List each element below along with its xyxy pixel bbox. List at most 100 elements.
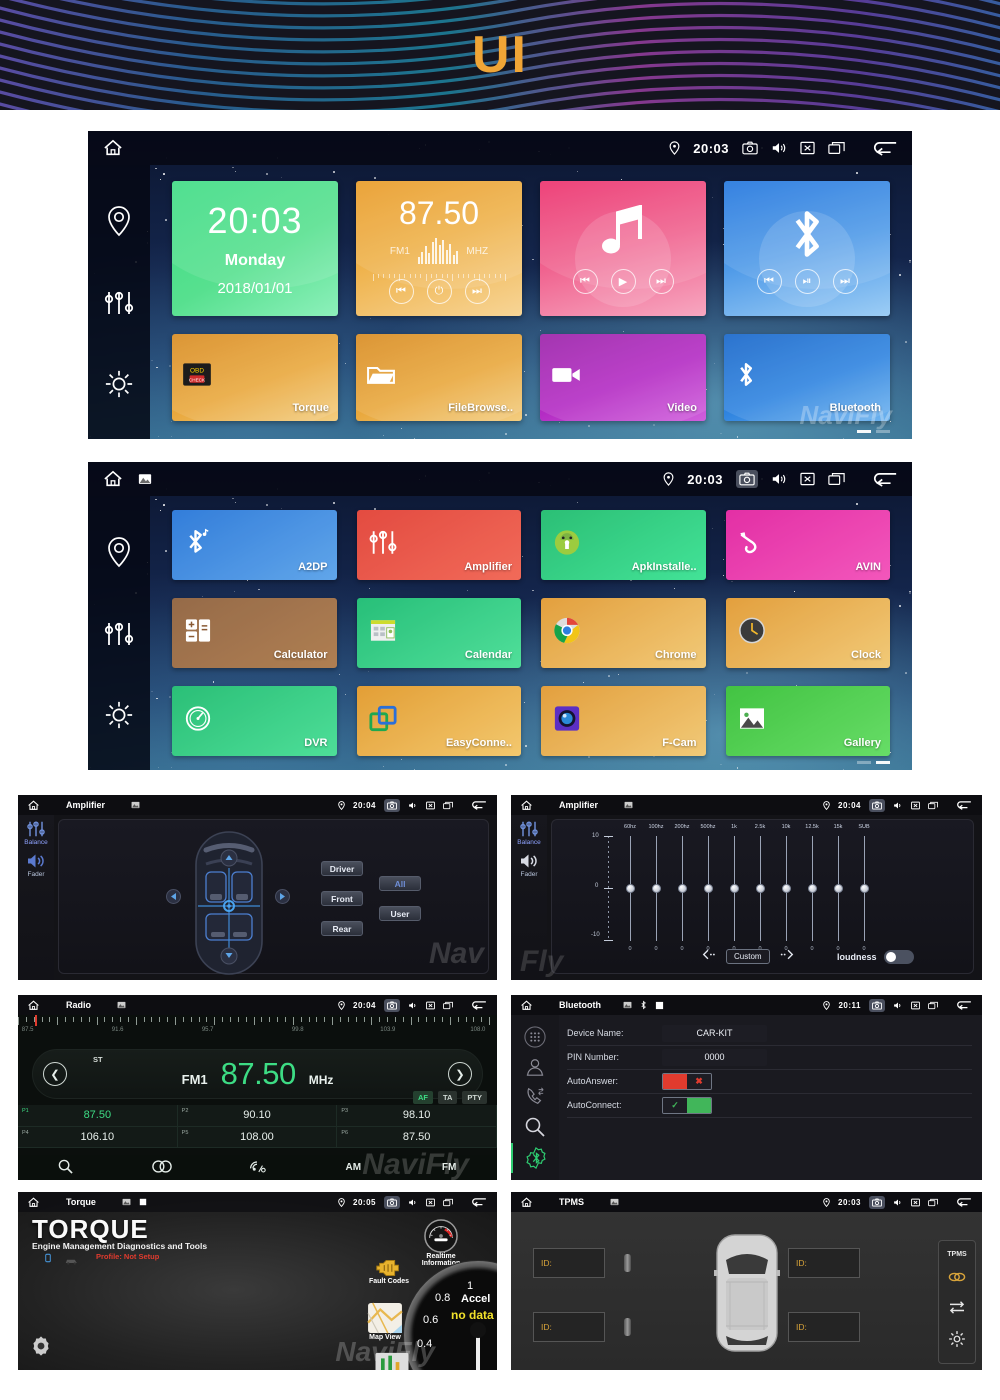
eq-prev-preset-button[interactable] (702, 947, 719, 965)
bt-prev-button[interactable]: ⏮ (756, 268, 782, 294)
rds-ta-button[interactable]: TA (437, 1091, 458, 1104)
bt-contacts-icon[interactable] (511, 1053, 559, 1081)
camera-icon[interactable] (736, 470, 758, 488)
radio-stereo-button[interactable] (151, 1159, 172, 1176)
volume-icon[interactable] (893, 1001, 903, 1010)
eq-next-preset-button[interactable] (777, 947, 794, 965)
app-chrome[interactable]: Chrome (541, 598, 706, 668)
close-icon[interactable] (800, 472, 815, 486)
music-play-button[interactable]: ▶ (610, 268, 636, 294)
rds-af-button[interactable]: AF (412, 1091, 433, 1104)
amp-tab-balance[interactable]: Balance (24, 820, 48, 846)
app-dvr[interactable]: DVR (172, 686, 337, 756)
music-prev-button[interactable]: ⏮ (572, 268, 598, 294)
preset-p2[interactable]: P2 90.10 (177, 1105, 338, 1127)
loudness-toggle[interactable] (883, 950, 914, 964)
eq-band-knob[interactable] (677, 884, 687, 893)
eq-band-knob[interactable] (833, 884, 843, 893)
preset-p6[interactable]: P6 87.50 (337, 1126, 497, 1148)
recents-icon[interactable] (828, 141, 845, 155)
autoanswer-toggle[interactable]: ✖ (662, 1072, 712, 1090)
bt-play-button[interactable]: ⏯ (794, 268, 820, 294)
home-icon[interactable] (102, 470, 124, 488)
page-indicator[interactable] (857, 761, 890, 764)
camera-icon[interactable] (384, 798, 400, 812)
home-icon[interactable] (102, 139, 124, 157)
radio-am-button[interactable]: AM (346, 1162, 362, 1173)
close-icon[interactable] (911, 1198, 920, 1207)
bt-settings-icon[interactable] (511, 1143, 559, 1174)
home-icon[interactable] (520, 799, 533, 811)
back-icon[interactable] (471, 800, 487, 810)
back-icon[interactable] (956, 1000, 972, 1010)
bt-dialpad-icon[interactable] (511, 1022, 559, 1052)
navigation-pin-icon[interactable] (106, 205, 132, 237)
bt-search-icon[interactable] (511, 1112, 559, 1142)
eq-band-knob[interactable] (755, 884, 765, 893)
home-icon[interactable] (27, 999, 40, 1011)
tpms-swap-icon[interactable] (948, 1300, 966, 1319)
camera-icon[interactable] (869, 798, 885, 812)
eq-band-knob[interactable] (651, 884, 661, 893)
music-next-button[interactable]: ⏭ (648, 268, 674, 294)
device-name-field[interactable]: CAR-KIT (662, 1024, 767, 1042)
camera-icon[interactable] (384, 998, 400, 1012)
shortcut-filebrowser[interactable]: FileBrowse.. (356, 333, 522, 421)
back-icon[interactable] (956, 1197, 972, 1207)
car-top-view[interactable] (184, 828, 274, 978)
camera-icon[interactable] (869, 998, 885, 1012)
settings-gear-icon[interactable] (104, 369, 134, 399)
close-icon[interactable] (911, 1001, 920, 1010)
shortcut-torque[interactable]: OBD CHECK Torque (172, 333, 338, 421)
back-icon[interactable] (872, 140, 898, 156)
volume-icon[interactable] (771, 472, 787, 486)
recents-icon[interactable] (443, 1001, 453, 1010)
tpms-settings-icon[interactable] (948, 1330, 966, 1353)
volume-icon[interactable] (893, 1198, 903, 1207)
mode-all-button[interactable]: All (379, 876, 421, 891)
torque-graph-icon[interactable] (374, 1352, 410, 1370)
close-icon[interactable] (911, 801, 920, 810)
home-icon[interactable] (520, 1196, 533, 1208)
amp-tab-fader[interactable]: Fader (26, 852, 46, 878)
camera-icon[interactable] (869, 1195, 885, 1209)
preset-p4[interactable]: P4 106.10 (18, 1126, 178, 1148)
clock-widget[interactable]: 20:03 Monday 2018/01/01 (172, 181, 338, 316)
camera-icon[interactable] (742, 141, 758, 155)
freq-cursor[interactable] (34, 1015, 37, 1026)
close-icon[interactable] (426, 1001, 435, 1010)
app-amplifier[interactable]: Amplifier (356, 510, 521, 580)
balance-right-button[interactable] (275, 889, 290, 904)
torque-fault-codes[interactable]: Fault Codes (366, 1258, 412, 1285)
tpms-id-front-right[interactable]: ID: (788, 1248, 860, 1278)
bluetooth-widget[interactable]: ⏮ ⏯ ⏭ (724, 181, 890, 316)
recents-icon[interactable] (828, 472, 845, 486)
bt-call-log-icon[interactable] (511, 1082, 559, 1110)
navigation-pin-icon[interactable] (106, 536, 132, 568)
home-icon[interactable] (27, 799, 40, 811)
eq-band-knob[interactable] (729, 884, 739, 893)
app-calculator[interactable]: Calculator (172, 598, 337, 668)
recents-icon[interactable] (443, 801, 453, 810)
camera-icon[interactable] (384, 1195, 400, 1209)
music-widget[interactable]: ⏮ ▶ ⏭ (540, 181, 706, 316)
back-icon[interactable] (471, 1197, 487, 1207)
eq-band-knob[interactable] (859, 884, 869, 893)
back-icon[interactable] (471, 1000, 487, 1010)
close-icon[interactable] (426, 801, 435, 810)
app-apkinstaller[interactable]: ApkInstalle.. (541, 510, 706, 580)
radio-scan-button[interactable] (58, 1159, 74, 1177)
volume-icon[interactable] (408, 1198, 418, 1207)
zone-driver-button[interactable]: Driver (321, 861, 363, 876)
app-a2dp[interactable]: A2DP (172, 510, 337, 580)
volume-icon[interactable] (893, 801, 903, 810)
app-easyconnect[interactable]: EasyConne.. (356, 686, 521, 756)
autoconnect-toggle[interactable]: ✓ (662, 1096, 712, 1114)
eq-band-knob[interactable] (781, 884, 791, 893)
zone-front-button[interactable]: Front (321, 891, 363, 906)
recents-icon[interactable] (928, 1198, 938, 1207)
eq-band-knob[interactable] (625, 884, 635, 893)
bt-next-button[interactable]: ⏭ (832, 268, 858, 294)
zone-rear-button[interactable]: Rear (321, 921, 363, 936)
back-icon[interactable] (872, 471, 898, 487)
